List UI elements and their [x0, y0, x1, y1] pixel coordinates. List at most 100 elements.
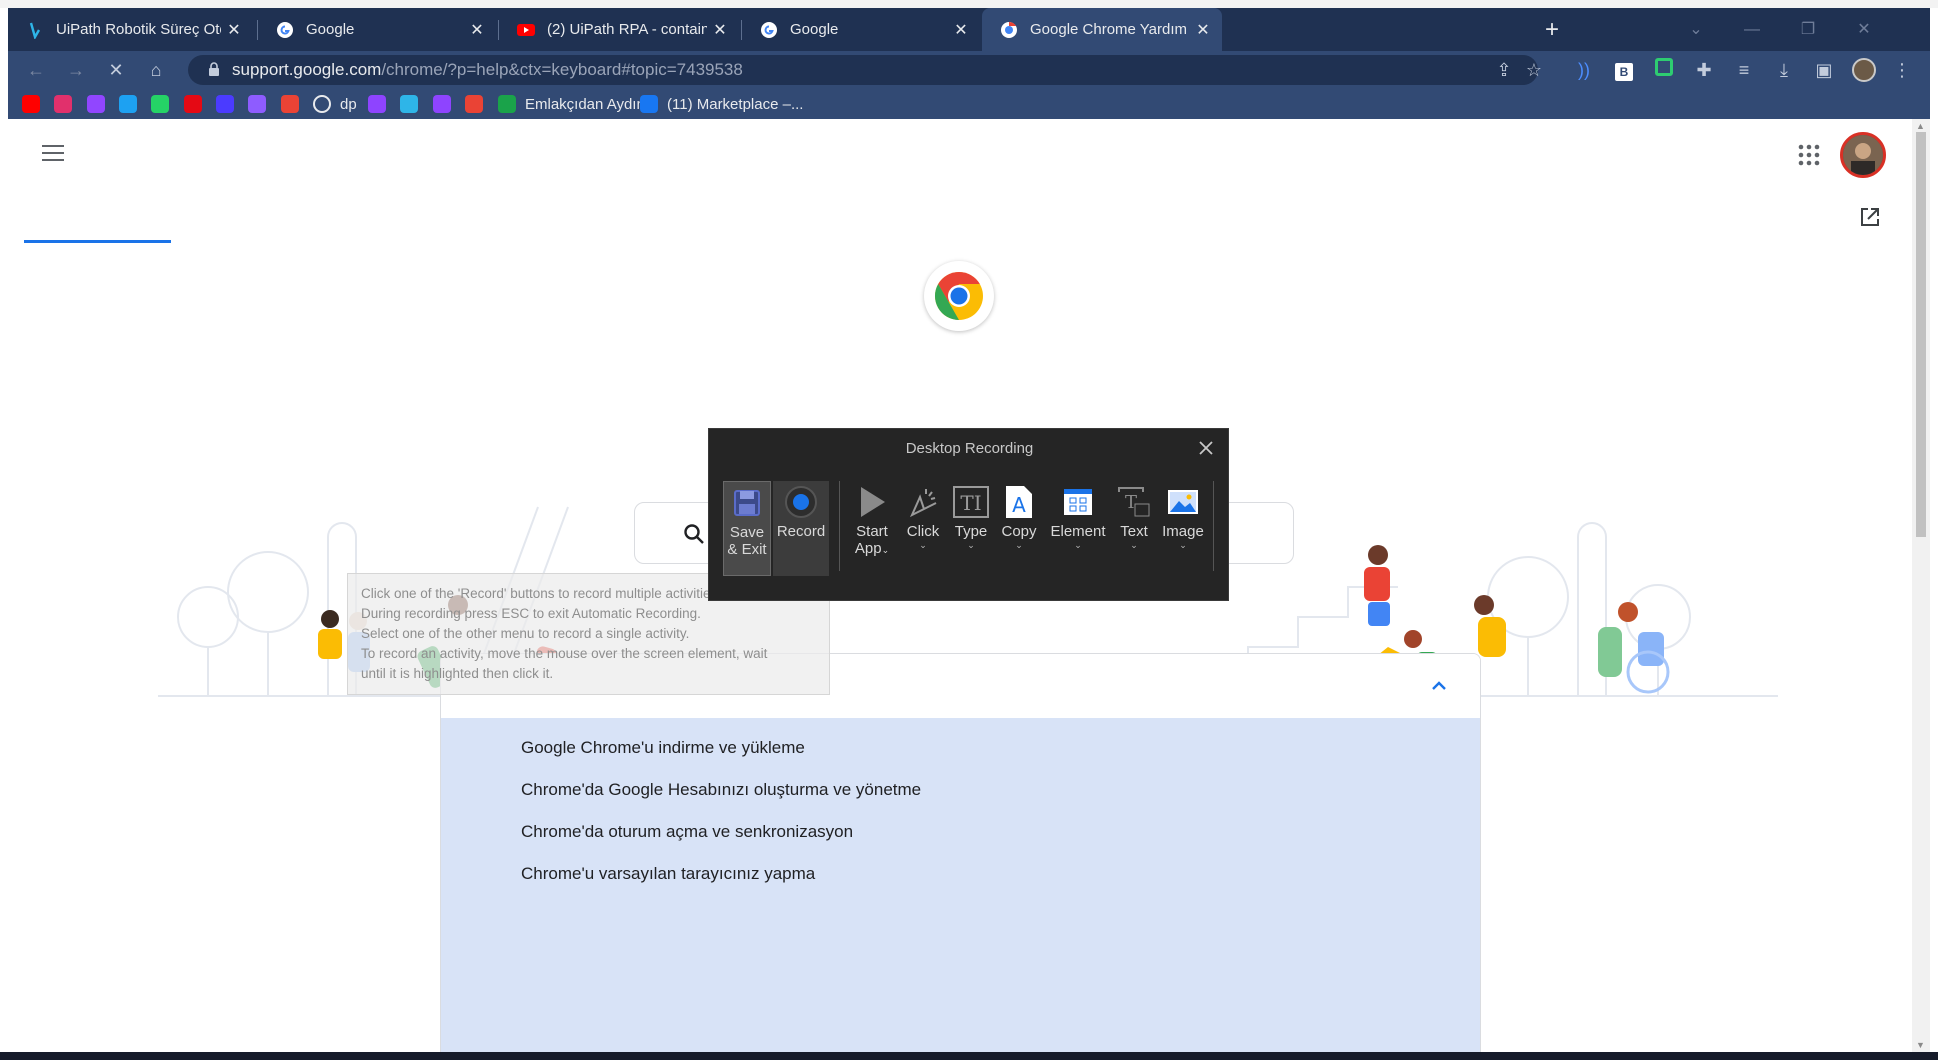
faq-link[interactable]: Chrome'da Google Hesabınızı oluşturma ve…: [521, 780, 921, 800]
bookmark-netflix[interactable]: [184, 93, 202, 115]
bookmark-gmail[interactable]: [465, 93, 483, 115]
page-scrollbar[interactable]: ▲ ▼: [1912, 119, 1930, 1052]
bookmark-twitch[interactable]: [87, 93, 105, 115]
new-tab-icon[interactable]: +: [1538, 16, 1566, 44]
tab-uipath[interactable]: UiPath Robotik Süreç Otomasyon ✕: [8, 8, 253, 51]
bookmarks-bar: dp Emlakçıdan Aydın... (11) Marketplace –.…: [8, 89, 1930, 119]
bookmark-twitter[interactable]: [119, 93, 137, 115]
scroll-thumb[interactable]: [1916, 132, 1926, 537]
svg-text:TI: TI: [960, 491, 981, 515]
close-tab-icon[interactable]: ✕: [707, 20, 733, 40]
bookmark-uipath[interactable]: [400, 93, 418, 115]
chrome-logo: [924, 261, 994, 331]
stop-loading-icon[interactable]: ✕: [102, 56, 130, 84]
type-icon: TI: [949, 481, 993, 523]
menu-dots-icon[interactable]: ⋮: [1888, 56, 1916, 84]
chevron-down-icon: ⌄: [1015, 540, 1023, 550]
image-button[interactable]: Image ⌄: [1157, 481, 1209, 576]
hamburger-menu-icon[interactable]: [42, 145, 66, 163]
chevron-down-icon: ⌄: [919, 540, 927, 550]
element-button[interactable]: Element ⌄: [1047, 481, 1109, 576]
text-button[interactable]: T Text ⌄: [1113, 481, 1155, 576]
tab-google-1[interactable]: Google ✕: [258, 8, 496, 51]
close-tab-icon[interactable]: ✕: [221, 20, 247, 40]
restore-icon[interactable]: ❐: [1788, 16, 1828, 44]
media-control-icon[interactable]: ≡: [1730, 56, 1758, 84]
scroll-up-arrow-icon[interactable]: ▲: [1916, 121, 1925, 131]
scroll-down-arrow-icon[interactable]: ▼: [1916, 1040, 1925, 1050]
google-icon: [276, 21, 294, 39]
u-icon: [433, 95, 451, 113]
save-exit-button[interactable]: Save & Exit: [723, 481, 771, 576]
url-path: /chrome/?p=help&ctx=keyboard#topic=74395…: [381, 60, 743, 79]
bookmark-calendar[interactable]: [281, 93, 299, 115]
facebook-icon: [640, 95, 658, 113]
minimize-icon[interactable]: —: [1732, 16, 1772, 44]
button-label: Click: [906, 523, 940, 540]
tab-chrome-help[interactable]: Google Chrome Yardım ✕: [982, 8, 1222, 51]
close-window-icon[interactable]: ✕: [1844, 16, 1884, 44]
faq-section: Google Chrome'u indirme ve yükleme Chrom…: [440, 653, 1481, 1052]
faq-link[interactable]: Chrome'u varsayılan tarayıcınız yapma: [521, 864, 815, 884]
close-tab-icon[interactable]: ✕: [1190, 20, 1216, 40]
tab-youtube[interactable]: (2) UiPath RPA - contains method ✕: [499, 8, 739, 51]
close-tab-icon[interactable]: ✕: [464, 20, 490, 40]
tab-title: Google: [790, 21, 839, 38]
bookmark-u[interactable]: [433, 93, 451, 115]
home-icon[interactable]: ⌂: [142, 56, 170, 84]
image-icon: [1157, 481, 1209, 523]
type-button[interactable]: TI Type ⌄: [949, 481, 993, 576]
extension-wave-icon[interactable]: )): [1570, 56, 1598, 84]
button-label: Image: [1162, 523, 1204, 540]
bookmark-facebook[interactable]: (11) Marketplace –...: [640, 93, 803, 115]
chevron-down-icon: ⌄: [1130, 540, 1138, 550]
extension-b-icon[interactable]: B: [1610, 56, 1638, 84]
bookmark-crown[interactable]: [248, 93, 266, 115]
tab-title: Google Chrome Yardım: [1030, 21, 1188, 38]
faq-list: Google Chrome'u indirme ve yükleme Chrom…: [441, 718, 1480, 1052]
bookmark-star-icon[interactable]: ☆: [1520, 56, 1548, 84]
tab-title: Google: [306, 21, 355, 38]
uipath-icon: [26, 21, 44, 39]
forward-icon[interactable]: →: [62, 56, 90, 84]
bookmark-youtube[interactable]: [22, 93, 40, 115]
faq-link[interactable]: Chrome'da oturum açma ve senkronizasyon: [521, 822, 853, 842]
taskbar: [0, 1052, 1938, 1060]
address-bar[interactable]: support.google.com/chrome/?p=help&ctx=ke…: [188, 55, 1542, 85]
tab-google-2[interactable]: Google ✕: [742, 8, 980, 51]
apps-grid-icon[interactable]: [1798, 144, 1820, 166]
screen: UiPath Robotik Süreç Otomasyon ✕ Google …: [0, 0, 1938, 1060]
bookmark-u[interactable]: [368, 93, 386, 115]
text-icon: T: [1113, 481, 1155, 523]
lock-icon: [209, 62, 219, 76]
extension-green-icon[interactable]: [1650, 56, 1678, 84]
copy-button[interactable]: A Copy ⌄: [997, 481, 1041, 576]
bookmark-globe[interactable]: dp: [313, 93, 357, 115]
twitch-icon: [87, 95, 105, 113]
account-avatar[interactable]: [1840, 132, 1886, 178]
faq-link[interactable]: Google Chrome'u indirme ve yükleme: [521, 738, 805, 758]
tooltip-line: To record an activity, move the mouse ov…: [361, 646, 768, 661]
download-icon[interactable]: ⤓: [1770, 56, 1798, 84]
start-app-button[interactable]: Start App⌄: [847, 481, 897, 576]
profile-avatar[interactable]: [1850, 56, 1878, 84]
desktop-recording-dialog: Desktop Recording Save & Exit Record Sta…: [708, 428, 1229, 601]
close-icon[interactable]: [1195, 437, 1217, 459]
tab-search-icon[interactable]: ⌄: [1676, 16, 1716, 44]
button-label: Text: [1120, 523, 1148, 540]
bookmark-hbo[interactable]: [216, 93, 234, 115]
chevron-up-icon[interactable]: [1429, 676, 1449, 696]
share-icon[interactable]: ⇪: [1490, 56, 1518, 84]
bookmark-house[interactable]: Emlakçıdan Aydın...: [498, 93, 657, 115]
bookmark-instagram[interactable]: [54, 93, 72, 115]
side-panel-icon[interactable]: ▣: [1810, 56, 1838, 84]
window-frame-top: [0, 0, 1938, 8]
bookmark-whatsapp[interactable]: [151, 93, 169, 115]
record-button[interactable]: Record: [773, 481, 829, 576]
extensions-puzzle-icon[interactable]: ✚: [1690, 56, 1718, 84]
close-tab-icon[interactable]: ✕: [948, 20, 974, 40]
back-icon[interactable]: ←: [22, 56, 50, 84]
click-button[interactable]: Click ⌄: [901, 481, 945, 576]
open-external-icon[interactable]: [1858, 205, 1882, 229]
dialog-title: Desktop Recording: [905, 440, 1034, 457]
